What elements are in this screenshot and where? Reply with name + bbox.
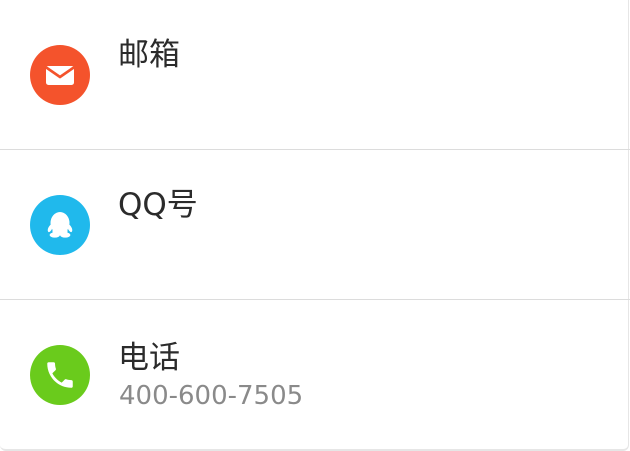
phone-icon-circle: [30, 345, 90, 405]
qq-icon: [47, 212, 73, 238]
contact-title-qq: QQ号: [118, 187, 198, 223]
phone-icon: [47, 362, 73, 388]
contact-row-email[interactable]: 邮箱: [0, 0, 628, 149]
qq-icon-circle: [30, 195, 90, 255]
contact-title-email: 邮箱: [118, 37, 180, 73]
contact-card: 邮箱 QQ号 电话 400-600-7505: [0, 0, 630, 451]
contact-row-qq[interactable]: QQ号: [0, 150, 628, 299]
contact-title-phone: 电话: [118, 340, 180, 376]
mail-icon-circle: [30, 45, 90, 105]
mail-icon: [45, 66, 75, 85]
phone-number[interactable]: 400-600-7505: [119, 381, 303, 411]
contact-row-phone[interactable]: 电话 400-600-7505: [0, 300, 628, 449]
